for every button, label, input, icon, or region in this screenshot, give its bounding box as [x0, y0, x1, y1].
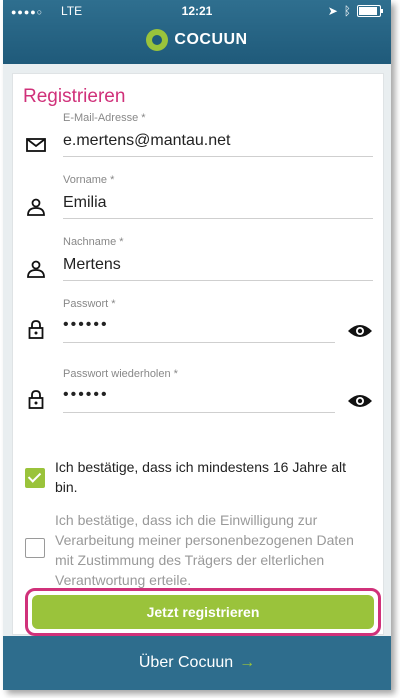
eye-icon[interactable]	[347, 322, 373, 340]
bluetooth-icon: ᛒ	[343, 4, 351, 18]
lastname-underline	[63, 280, 373, 281]
status-bar: ●●●●○ LTE 12:21 ➤ ᛒ	[3, 0, 391, 22]
app-header: ●●●●○ LTE 12:21 ➤ ᛒ COCUUN	[3, 0, 391, 64]
firstname-underline	[63, 218, 373, 219]
register-button-highlight: Jetzt registrieren	[25, 588, 381, 636]
firstname-input[interactable]: Emilia	[63, 194, 107, 212]
battery-icon	[357, 5, 383, 17]
data-consent-text: Ich bestätige, dass ich die Einwilligung…	[55, 512, 354, 588]
page-title: Registrieren	[23, 86, 126, 107]
location-icon: ➤	[327, 4, 338, 18]
brand-name: COCUUN	[174, 31, 248, 48]
age-consent-checkbox[interactable]	[25, 468, 45, 488]
age-consent-text: Ich bestätige, dass ich mindestens 16 Ja…	[55, 459, 347, 495]
about-cocuun-label: Über Cocuun	[138, 654, 234, 671]
password-repeat-label: Passwort wiederholen *	[63, 368, 178, 380]
register-button[interactable]: Jetzt registrieren	[32, 595, 374, 629]
about-cocuun-button[interactable]: Über Cocuun →	[3, 636, 391, 690]
lock-icon	[28, 390, 44, 409]
email-label: E-Mail-Adresse *	[63, 112, 146, 124]
brand-logo: COCUUN	[3, 29, 391, 51]
email-underline	[63, 156, 373, 157]
cocuun-logo-icon	[146, 29, 169, 51]
password-underline	[63, 342, 335, 343]
firstname-label: Vorname *	[63, 174, 115, 186]
mail-icon	[26, 138, 46, 152]
data-consent-checkbox[interactable]	[25, 538, 45, 558]
lock-icon	[28, 320, 44, 339]
person-icon	[27, 198, 45, 216]
app-screen: ●●●●○ LTE 12:21 ➤ ᛒ COCUUN Registrieren …	[3, 0, 391, 690]
eye-icon[interactable]	[347, 392, 373, 410]
status-right: ➤ ᛒ	[327, 4, 383, 18]
lastname-input[interactable]: Mertens	[63, 256, 121, 274]
password-label: Passwort *	[63, 298, 116, 310]
lastname-label: Nachname *	[63, 236, 124, 248]
registration-card: Registrieren E-Mail-Adresse * e.mertens@…	[12, 73, 384, 636]
password-repeat-underline	[63, 412, 335, 413]
person-icon	[27, 260, 45, 278]
arrow-right-icon: →	[239, 654, 256, 671]
password-input[interactable]: ••••••	[63, 316, 109, 334]
password-repeat-input[interactable]: ••••••	[63, 386, 109, 404]
email-input[interactable]: e.mertens@mantau.net	[63, 132, 230, 150]
